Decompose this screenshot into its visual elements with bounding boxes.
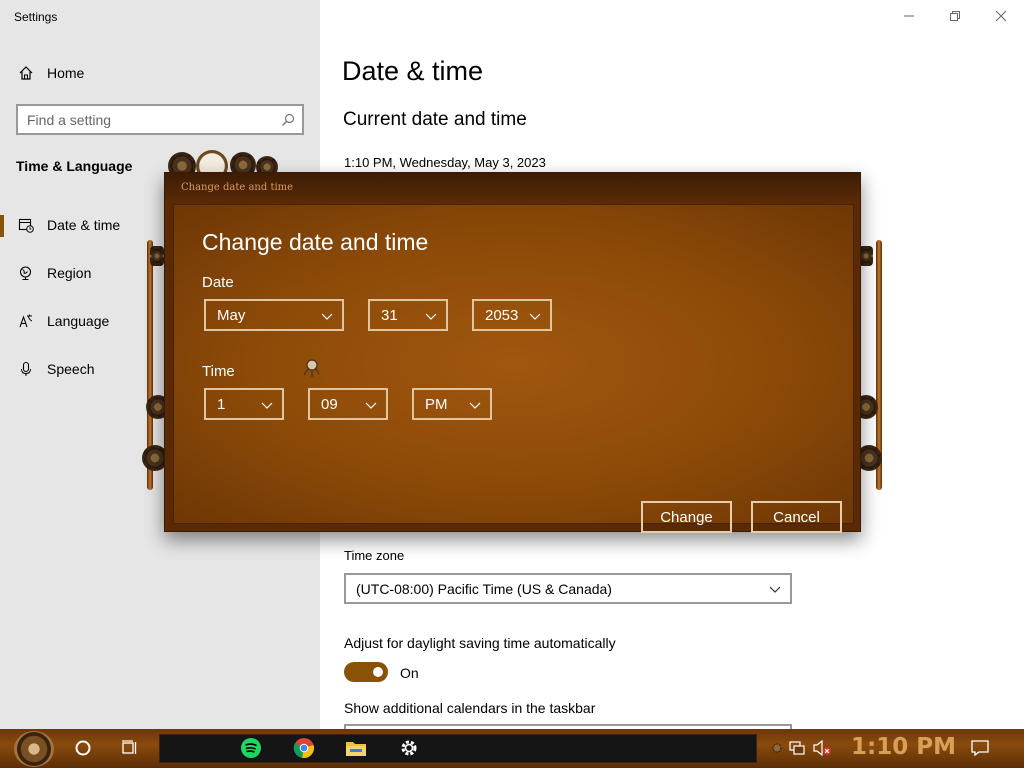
sidebar-item-label: Speech — [47, 361, 95, 377]
sidebar-item-label: Home — [47, 65, 85, 81]
settings-gear-icon[interactable] — [398, 737, 420, 759]
app-title: Settings — [14, 10, 58, 24]
valve-icon — [859, 246, 873, 266]
microphone-icon — [16, 359, 36, 379]
calendars-label: Show additional calendars in the taskbar — [344, 700, 596, 716]
spotify-icon[interactable] — [240, 737, 262, 759]
year-select[interactable]: 2053 — [472, 299, 552, 331]
network-icon[interactable] — [786, 737, 808, 759]
timezone-select[interactable]: (UTC-08:00) Pacific Time (US & Canada) — [344, 573, 792, 604]
timezone-label: Time zone — [344, 548, 405, 563]
chevron-down-icon — [468, 398, 482, 416]
year-value: 2053 — [485, 306, 519, 324]
current-datetime-heading: Current date and time — [343, 109, 527, 130]
calendar-clock-icon — [16, 215, 36, 235]
month-select[interactable]: May — [204, 299, 344, 331]
sidebar-item-label: Region — [47, 265, 92, 281]
close-icon — [995, 10, 1007, 22]
page-title: Date & time — [342, 56, 484, 86]
chevron-down-icon — [364, 398, 378, 416]
hour-select[interactable]: 1 — [204, 388, 284, 420]
minimize-button[interactable] — [886, 0, 932, 32]
toggle-knob — [373, 667, 383, 677]
sidebar-item-label: Language — [47, 313, 110, 329]
gear-icon — [772, 743, 782, 753]
globe-icon — [16, 263, 36, 283]
home-icon — [16, 63, 36, 83]
restore-button[interactable] — [932, 0, 978, 32]
timezone-value: (UTC-08:00) Pacific Time (US & Canada) — [356, 580, 612, 597]
dst-state: On — [400, 665, 419, 681]
search-input[interactable] — [27, 111, 275, 128]
dialog-titlebar[interactable]: Change date and time — [165, 173, 860, 203]
minimize-icon — [904, 15, 914, 17]
sidebar-item-home[interactable]: Home — [0, 51, 320, 95]
cursor-icon — [300, 355, 324, 379]
current-datetime-value: 1:10 PM, Wednesday, May 3, 2023 — [344, 155, 546, 170]
date-label: Date — [202, 274, 234, 291]
gauge-decoration — [168, 150, 296, 182]
dialog-heading: Change date and time — [202, 229, 429, 255]
close-button[interactable] — [978, 0, 1024, 32]
cortana-icon — [75, 740, 91, 756]
chevron-down-icon — [768, 582, 782, 599]
sidebar-item-label: Date & time — [47, 217, 121, 233]
dialog-body: Change date and time Date May 31 2053 Ti… — [173, 204, 854, 533]
taskbar-clock[interactable]: 1:10 PM — [851, 734, 956, 760]
chrome-icon[interactable] — [293, 737, 315, 759]
chevron-down-icon — [528, 309, 542, 327]
volume-muted-icon[interactable] — [811, 737, 833, 759]
day-value: 31 — [381, 306, 398, 324]
ampm-value: PM — [425, 395, 448, 413]
task-view-icon — [122, 740, 137, 754]
show-hidden-icons-button[interactable] — [766, 737, 788, 759]
month-value: May — [217, 306, 246, 324]
cortana-button[interactable] — [72, 737, 94, 759]
restore-icon — [950, 11, 960, 21]
minute-value: 09 — [321, 395, 338, 413]
dst-toggle[interactable] — [344, 662, 388, 682]
day-select[interactable]: 31 — [368, 299, 448, 331]
section-title: Time & Language — [16, 158, 133, 174]
action-center-icon[interactable] — [969, 737, 991, 759]
chevron-down-icon — [320, 309, 334, 327]
search-icon[interactable] — [281, 113, 295, 127]
change-button[interactable]: Change — [641, 501, 732, 533]
valve-icon — [150, 246, 164, 266]
task-view-button[interactable] — [119, 737, 141, 759]
language-icon — [16, 311, 36, 331]
start-button[interactable] — [14, 731, 54, 767]
change-date-time-dialog: Change date and time Change date and tim… — [164, 172, 861, 533]
minute-select[interactable]: 09 — [308, 388, 388, 420]
hour-value: 1 — [217, 395, 226, 413]
chevron-down-icon — [424, 309, 438, 327]
search-box[interactable] — [16, 104, 304, 135]
file-explorer-icon[interactable] — [345, 737, 367, 759]
dst-label: Adjust for daylight saving time automati… — [344, 635, 616, 651]
chevron-down-icon — [260, 398, 274, 416]
dialog-caption: Change date and time — [181, 182, 294, 193]
ampm-select[interactable]: PM — [412, 388, 492, 420]
time-label: Time — [202, 363, 235, 380]
cancel-button[interactable]: Cancel — [751, 501, 842, 533]
